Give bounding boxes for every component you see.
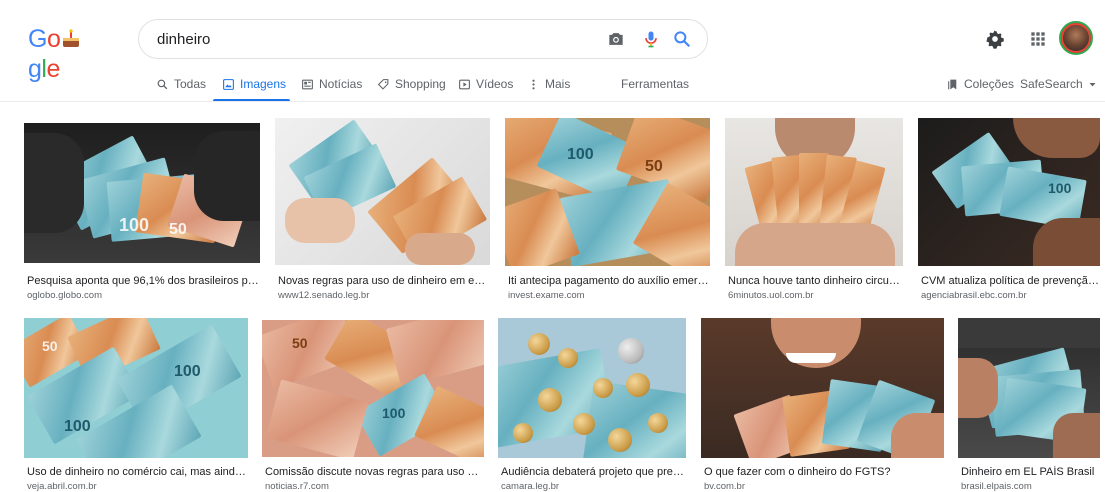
result-thumbnail[interactable] xyxy=(958,318,1100,458)
microphone-icon[interactable] xyxy=(641,29,661,49)
tab-label: Vídeos xyxy=(476,77,514,91)
result-thumbnail[interactable]: 100 50 xyxy=(505,118,710,266)
result-source: brasil.elpais.com xyxy=(961,481,1032,492)
result-source: invest.exame.com xyxy=(508,290,585,301)
image-result[interactable]: 100 50 Iti antecipa pagamento do auxílio… xyxy=(505,118,710,303)
result-source: www12.senado.leg.br xyxy=(278,290,370,301)
result-source: camara.leg.br xyxy=(501,481,560,492)
search-icon xyxy=(157,79,168,89)
result-thumbnail[interactable]: 50 100 xyxy=(262,320,484,457)
camera-icon[interactable] xyxy=(606,29,626,49)
news-icon xyxy=(302,79,313,89)
result-thumbnail[interactable] xyxy=(725,118,903,266)
tab-label: Shopping xyxy=(395,77,446,91)
bookmark-collection-icon xyxy=(948,79,957,89)
tab-label: Notícias xyxy=(319,77,363,91)
result-source: 6minutos.uol.com.br xyxy=(728,290,814,301)
more-vert-icon xyxy=(532,79,535,89)
result-source: veja.abril.com.br xyxy=(27,481,97,492)
tab-news[interactable]: Notícias xyxy=(301,77,362,91)
result-thumbnail[interactable]: 100 xyxy=(918,118,1100,266)
divider xyxy=(0,101,1105,102)
tab-images[interactable]: Imagens xyxy=(222,77,286,91)
search-icon[interactable] xyxy=(672,29,692,49)
cake-doodle-icon xyxy=(63,29,80,47)
search-tabs: Todas Imagens Notícias Shopping Vídeos M… xyxy=(0,72,1105,102)
tab-shopping[interactable]: Shopping xyxy=(377,77,446,91)
image-result[interactable]: 50 100 100 Uso de dinheiro no comércio c… xyxy=(24,318,248,492)
safesearch-dropdown[interactable]: SafeSearch xyxy=(1020,77,1097,91)
image-result[interactable]: 100 CVM atualiza política de prevenção à… xyxy=(918,118,1100,303)
google-logo[interactable]: Gogle xyxy=(28,24,102,83)
safesearch-label: SafeSearch xyxy=(1020,77,1083,91)
image-icon xyxy=(223,78,234,90)
tab-label: Mais xyxy=(545,77,571,91)
play-icon xyxy=(459,79,470,89)
image-result[interactable]: 100 50 Pesquisa aponta que 96,1% dos bra… xyxy=(24,123,260,303)
result-thumbnail[interactable]: 100 50 xyxy=(24,123,260,263)
result-source: oglobo.globo.com xyxy=(27,290,102,301)
image-result[interactable]: Dinheiro em EL PAÍS Brasil brasil.elpais… xyxy=(958,318,1100,492)
result-title[interactable]: Novas regras para uso de dinheiro em esp… xyxy=(278,275,489,287)
tab-videos[interactable]: Vídeos xyxy=(458,77,513,91)
tag-icon xyxy=(377,78,389,90)
result-source: agenciabrasil.ebc.com.br xyxy=(921,290,1027,301)
result-source: bv.com.br xyxy=(704,481,746,492)
tab-more[interactable]: Mais xyxy=(527,77,570,91)
tab-label: Imagens xyxy=(240,77,287,91)
result-title[interactable]: Uso de dinheiro no comércio cai, mas ain… xyxy=(27,466,247,478)
image-result[interactable]: 50 100 Comissão discute novas regras par… xyxy=(262,320,484,492)
search-input[interactable] xyxy=(157,28,587,50)
result-title[interactable]: Nunca houve tanto dinheiro circulan... xyxy=(728,275,902,287)
image-result[interactable]: Nunca houve tanto dinheiro circulan... 6… xyxy=(725,118,903,303)
result-title[interactable]: Comissão discute novas regras para uso d… xyxy=(265,466,483,478)
image-result[interactable]: Novas regras para uso de dinheiro em esp… xyxy=(275,118,490,303)
tab-tools[interactable]: Ferramentas xyxy=(621,77,689,91)
tab-label: Ferramentas xyxy=(621,77,690,91)
result-thumbnail[interactable] xyxy=(701,318,944,458)
search-box[interactable] xyxy=(138,19,708,59)
result-source: noticias.r7.com xyxy=(265,481,329,492)
image-result[interactable]: O que fazer com o dinheiro do FGTS? bv.c… xyxy=(701,318,944,492)
account-avatar[interactable] xyxy=(1059,21,1093,55)
result-title[interactable]: Pesquisa aponta que 96,1% dos brasileiro… xyxy=(27,275,259,287)
result-title[interactable]: O que fazer com o dinheiro do FGTS? xyxy=(704,466,943,478)
result-thumbnail[interactable]: 50 100 100 xyxy=(24,318,248,458)
collections-label: Coleções xyxy=(964,77,1015,91)
tab-all[interactable]: Todas xyxy=(156,77,206,91)
image-result[interactable]: Audiência debaterá projeto que prevê ...… xyxy=(498,318,686,492)
result-title[interactable]: Dinheiro em EL PAÍS Brasil xyxy=(961,466,1099,478)
result-title[interactable]: CVM atualiza política de prevenção à... xyxy=(921,275,1099,287)
result-title[interactable]: Audiência debaterá projeto que prevê ... xyxy=(501,466,685,478)
result-thumbnail[interactable] xyxy=(275,118,490,265)
gear-icon[interactable] xyxy=(985,29,1005,49)
result-thumbnail[interactable] xyxy=(498,318,686,458)
result-title[interactable]: Iti antecipa pagamento do auxílio emerge… xyxy=(508,275,709,287)
collections-link[interactable]: Coleções xyxy=(946,77,1014,91)
tab-label: Todas xyxy=(174,77,207,91)
apps-grid-icon[interactable] xyxy=(1028,29,1048,49)
caret-down-icon xyxy=(1089,82,1096,86)
